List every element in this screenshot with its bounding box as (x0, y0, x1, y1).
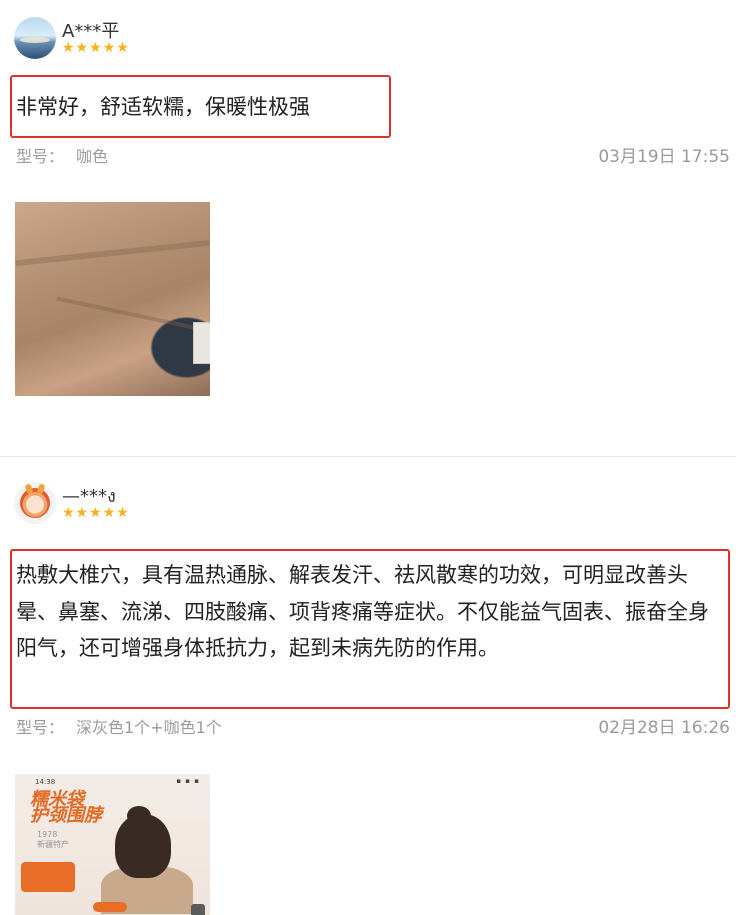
review-time: 03月19日 17:55 (598, 147, 730, 167)
review-content-highlight: 非常好，舒适软糯，保暖性极强 (10, 75, 391, 138)
model-label: 型号： (16, 718, 65, 737)
photo-banner-sub: 1978 新疆特产 (37, 830, 69, 849)
star-rating: ★★★★★ (62, 40, 130, 56)
fabric-fold (15, 239, 210, 267)
star-rating: ★★★★★ (62, 505, 130, 521)
model-person-image (97, 806, 197, 914)
fabric-tag (193, 322, 210, 364)
review-item: A***平 ★★★★★ 非常好，舒适软糯，保暖性极强 型号： 咖色 03月19日… (0, 0, 736, 456)
photo-button (93, 902, 127, 912)
photo-count-icon (191, 904, 205, 915)
review-content-highlight: 热敷大椎穴，具有温热通脉、解表发汗、祛风散寒的功效，可明显改善头晕、鼻塞、流涕、… (10, 549, 730, 709)
review-photo[interactable] (15, 202, 210, 396)
review-item: —***ง ★★★★★ 热敷大椎穴，具有温热通脉、解表发汗、祛风散寒的功效，可明… (0, 457, 736, 915)
review-text: 热敷大椎穴，具有温热通脉、解表发汗、祛风散寒的功效，可明显改善头晕、鼻塞、流涕、… (16, 563, 709, 660)
review-meta: 型号： 深灰色1个+咖色1个 02月28日 16:26 (16, 716, 730, 740)
photo-status-time: 14:38 (35, 778, 56, 786)
model-value: 咖色 (76, 147, 109, 166)
photo-banner-title: 糯米袋 护颈围脖 (30, 789, 102, 826)
avatar[interactable] (14, 17, 56, 59)
model-value: 深灰色1个+咖色1个 (76, 718, 222, 737)
review-text: 非常好，舒适软糯，保暖性极强 (16, 95, 310, 119)
fabric-fold (56, 296, 204, 332)
dragon-avatar-icon (20, 488, 50, 518)
signal-icon: ▪ ▪ ▪ (176, 777, 200, 785)
promo-badge (21, 862, 75, 892)
review-time: 02月28日 16:26 (598, 718, 730, 738)
avatar[interactable] (14, 482, 56, 524)
review-photo[interactable]: 14:38 ▪ ▪ ▪ 糯米袋 护颈围脖 1978 新疆特产 (15, 774, 210, 915)
model-label: 型号： (16, 147, 65, 166)
review-meta: 型号： 咖色 03月19日 17:55 (16, 145, 730, 169)
